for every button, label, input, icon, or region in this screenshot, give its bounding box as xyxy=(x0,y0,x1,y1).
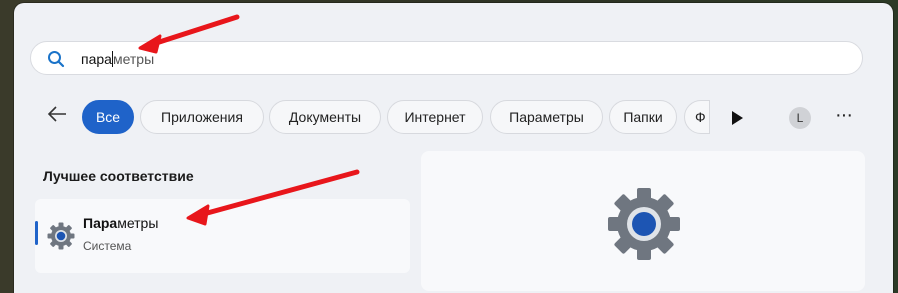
filter-internet[interactable]: Интернет xyxy=(387,100,483,134)
search-panel: параметры Все Приложения Документы Интер… xyxy=(14,3,893,293)
more-icon[interactable]: ··· xyxy=(835,105,855,126)
result-title: Параметры xyxy=(83,215,158,231)
settings-gear-icon xyxy=(608,188,680,260)
search-typed-text: пара xyxy=(81,51,112,67)
result-title-match: Пара xyxy=(83,215,118,231)
filter-folders[interactable]: Папки xyxy=(609,100,677,134)
filter-documents[interactable]: Документы xyxy=(269,100,381,134)
avatar[interactable]: L xyxy=(789,107,811,129)
preview-pane xyxy=(421,151,865,291)
filter-settings[interactable]: Параметры xyxy=(490,100,603,134)
best-match-result[interactable]: Параметры Система xyxy=(35,199,410,273)
best-match-heading: Лучшее соответствие xyxy=(43,168,194,184)
play-icon[interactable] xyxy=(730,110,744,126)
filter-truncated[interactable]: Ф xyxy=(684,100,710,134)
search-suggestion-text: метры xyxy=(112,51,155,67)
search-box[interactable]: параметры xyxy=(30,41,863,75)
filter-all[interactable]: Все xyxy=(82,100,134,134)
result-title-rest: метры xyxy=(117,215,159,231)
settings-gear-icon xyxy=(47,222,75,250)
back-arrow-icon[interactable] xyxy=(46,103,68,125)
selection-indicator xyxy=(35,221,38,245)
result-subtitle: Система xyxy=(83,239,132,253)
filter-apps[interactable]: Приложения xyxy=(140,100,264,134)
search-icon xyxy=(48,51,65,68)
search-input[interactable]: параметры xyxy=(81,50,154,68)
